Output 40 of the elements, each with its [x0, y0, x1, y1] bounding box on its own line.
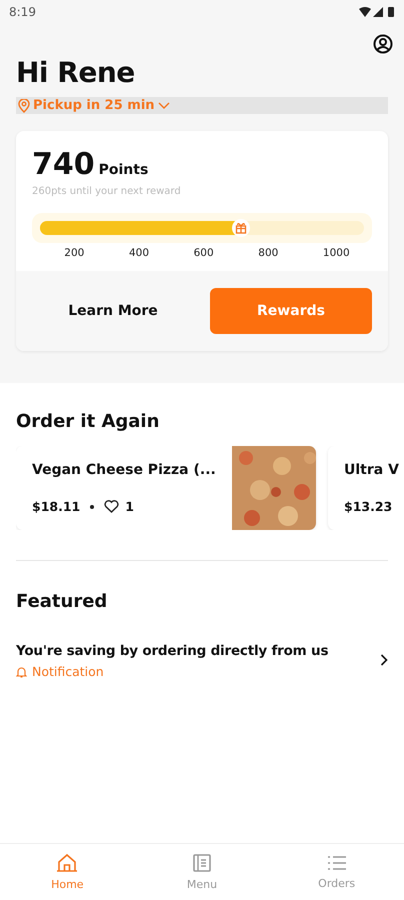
account-icon[interactable]: [373, 34, 393, 54]
progress-tick-label: 600: [194, 247, 214, 259]
status-icons: [359, 6, 395, 18]
learn-more-button[interactable]: Learn More: [32, 302, 194, 320]
gift-icon: [232, 219, 250, 237]
list-icon: [326, 854, 347, 872]
section-title: Featured: [16, 591, 108, 612]
progress-tick-label: 200: [64, 247, 84, 259]
order-card[interactable]: Vegan Cheese Pizza (... $18.11 1: [16, 446, 316, 530]
item-name: Vegan Cheese Pizza (...: [32, 462, 216, 478]
progress-tick-label: 1000: [322, 247, 350, 259]
featured-title: You're saving by ordering directly from us: [16, 643, 328, 659]
item-price: $18.11: [32, 499, 80, 514]
progress-tick-label: 400: [128, 247, 149, 259]
bell-icon: [16, 666, 27, 678]
nav-tab[interactable]: Menu: [134, 844, 270, 900]
location-pin-icon: [18, 98, 30, 112]
points-label: Points: [98, 162, 148, 178]
book-icon: [192, 853, 212, 873]
item-price: $13.23: [344, 499, 392, 514]
status-time: 8:19: [9, 5, 36, 19]
rewards-button[interactable]: Rewards: [210, 288, 372, 334]
dot-separator: [90, 504, 94, 508]
pickup-selector[interactable]: Pickup in 25 min: [16, 97, 388, 114]
progress-tick-label: 800: [258, 247, 278, 259]
nav-tab[interactable]: Orders: [269, 844, 404, 900]
featured-row[interactable]: You're saving by ordering directly from us Notification: [16, 640, 404, 679]
like-count: 1: [125, 499, 134, 514]
nav-tab[interactable]: Home: [0, 844, 135, 900]
home-icon: [56, 853, 78, 873]
points-value: 740: [32, 147, 95, 182]
greeting-title: Hi Rene: [16, 56, 136, 89]
heart-icon[interactable]: [104, 500, 120, 513]
item-name: Ultra V: [344, 462, 400, 478]
chevron-down-icon: [158, 102, 170, 110]
order-card[interactable]: Ultra V $13.23: [328, 446, 404, 530]
section-title: Order it Again: [16, 411, 160, 432]
featured-tag: Notification: [32, 664, 104, 679]
chevron-right-icon: [380, 654, 388, 666]
reward-subtitle: 260pts until your next reward: [32, 186, 182, 197]
